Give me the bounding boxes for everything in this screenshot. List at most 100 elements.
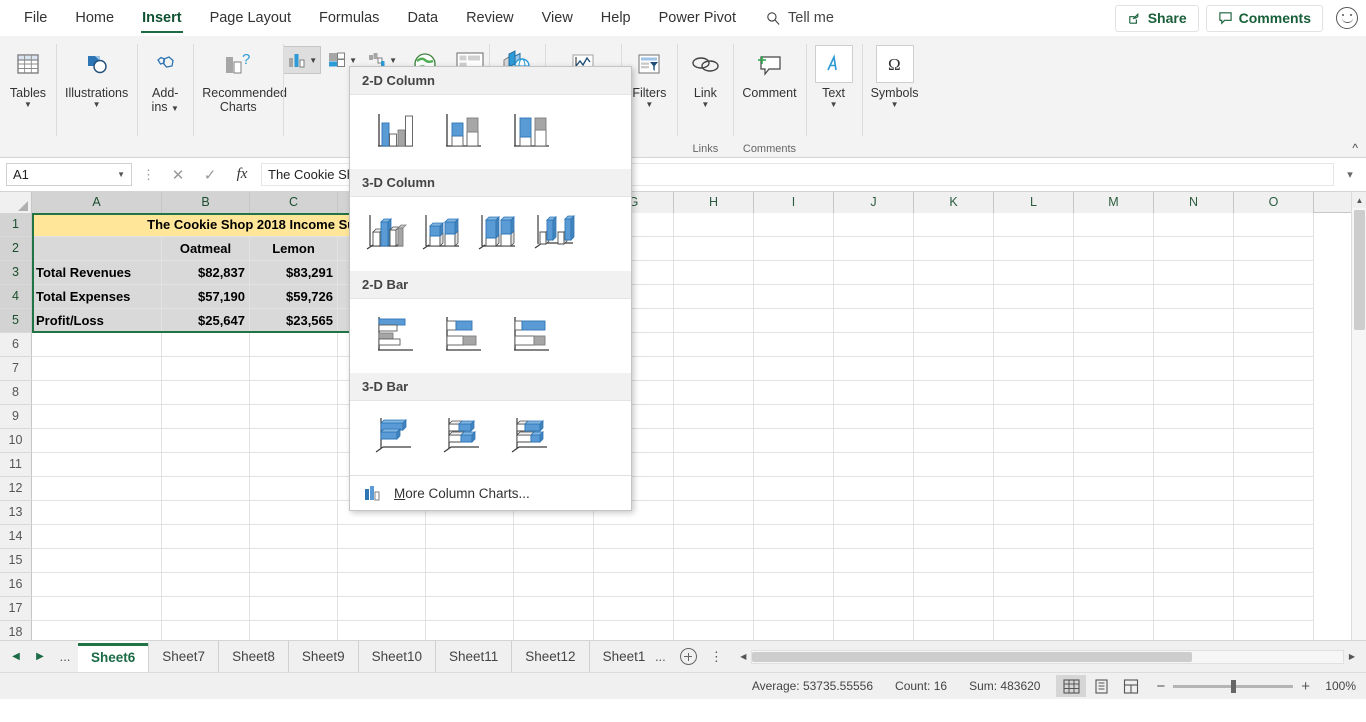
- page-layout-view-button[interactable]: [1086, 675, 1116, 697]
- cell-L5[interactable]: [994, 309, 1074, 333]
- select-all-corner[interactable]: [0, 192, 32, 213]
- cell-M12[interactable]: [1074, 477, 1154, 501]
- horizontal-scrollbar[interactable]: [751, 649, 1344, 664]
- cell-G17[interactable]: [594, 597, 674, 621]
- cell-K8[interactable]: [914, 381, 994, 405]
- cell-O6[interactable]: [1234, 333, 1314, 357]
- cell-B18[interactable]: [162, 621, 250, 640]
- cell-B9[interactable]: [162, 405, 250, 429]
- cell-L11[interactable]: [994, 453, 1074, 477]
- normal-view-button[interactable]: [1056, 675, 1087, 697]
- cell-A8[interactable]: [32, 381, 162, 405]
- cell-J13[interactable]: [834, 501, 914, 525]
- cell-F17[interactable]: [514, 597, 594, 621]
- cell-D16[interactable]: [338, 573, 426, 597]
- cell-N1[interactable]: [1154, 213, 1234, 237]
- cell-L16[interactable]: [994, 573, 1074, 597]
- cell-B14[interactable]: [162, 525, 250, 549]
- column-header-L[interactable]: L: [994, 192, 1074, 213]
- row-header-10[interactable]: 10: [0, 429, 32, 453]
- scroll-up-icon[interactable]: ▲: [1352, 192, 1366, 208]
- 3d-100-stacked-column-option[interactable]: [474, 205, 526, 261]
- cell-M1[interactable]: [1074, 213, 1154, 237]
- row-header-11[interactable]: 11: [0, 453, 32, 477]
- row-header-16[interactable]: 16: [0, 573, 32, 597]
- cell-J9[interactable]: [834, 405, 914, 429]
- stacked-bar-option[interactable]: [434, 307, 492, 363]
- cell-L10[interactable]: [994, 429, 1074, 453]
- row-header-5[interactable]: 5: [0, 309, 32, 333]
- cell-M2[interactable]: [1074, 237, 1154, 261]
- cell-C12[interactable]: [250, 477, 338, 501]
- cell-K9[interactable]: [914, 405, 994, 429]
- cell-M15[interactable]: [1074, 549, 1154, 573]
- cell-L1[interactable]: [994, 213, 1074, 237]
- cell-D15[interactable]: [338, 549, 426, 573]
- cell-E15[interactable]: [426, 549, 514, 573]
- cell-D17[interactable]: [338, 597, 426, 621]
- cell-N11[interactable]: [1154, 453, 1234, 477]
- fx-icon[interactable]: fx: [229, 166, 255, 183]
- cell-L7[interactable]: [994, 357, 1074, 381]
- sheet-tab-sheet9[interactable]: Sheet9: [289, 641, 359, 672]
- text-button[interactable]: Text ▼: [806, 42, 862, 112]
- cell-O14[interactable]: [1234, 525, 1314, 549]
- previous-sheet-icon[interactable]: ◀: [4, 641, 28, 672]
- cell-A17[interactable]: [32, 597, 162, 621]
- cell-A7[interactable]: [32, 357, 162, 381]
- cell-H9[interactable]: [674, 405, 754, 429]
- cell-O7[interactable]: [1234, 357, 1314, 381]
- cell-I17[interactable]: [754, 597, 834, 621]
- 100-stacked-bar-option[interactable]: [502, 307, 560, 363]
- cell-A12[interactable]: [32, 477, 162, 501]
- cell-B16[interactable]: [162, 573, 250, 597]
- cell-L14[interactable]: [994, 525, 1074, 549]
- cell-F15[interactable]: [514, 549, 594, 573]
- cell-M8[interactable]: [1074, 381, 1154, 405]
- cell-B17[interactable]: [162, 597, 250, 621]
- zoom-slider[interactable]: [1173, 679, 1294, 693]
- cell-M14[interactable]: [1074, 525, 1154, 549]
- link-button[interactable]: Link ▼: [677, 42, 733, 112]
- cell-J5[interactable]: [834, 309, 914, 333]
- cell-C15[interactable]: [250, 549, 338, 573]
- cell-H8[interactable]: [674, 381, 754, 405]
- cell-M7[interactable]: [1074, 357, 1154, 381]
- cell-B10[interactable]: [162, 429, 250, 453]
- 3d-stacked-bar-option[interactable]: [434, 409, 492, 465]
- cell-N15[interactable]: [1154, 549, 1234, 573]
- cell-I18[interactable]: [754, 621, 834, 640]
- cell-I4[interactable]: [754, 285, 834, 309]
- cell-H1[interactable]: [674, 213, 754, 237]
- addins-button[interactable]: Add-ins ▼: [137, 42, 193, 117]
- cell-F14[interactable]: [514, 525, 594, 549]
- cell-C5[interactable]: $23,565: [250, 309, 338, 333]
- row-header-3[interactable]: 3: [0, 261, 32, 285]
- column-header-J[interactable]: J: [834, 192, 914, 213]
- cell-I3[interactable]: [754, 261, 834, 285]
- cell-B7[interactable]: [162, 357, 250, 381]
- cell-O12[interactable]: [1234, 477, 1314, 501]
- cell-B8[interactable]: [162, 381, 250, 405]
- cell-J14[interactable]: [834, 525, 914, 549]
- cell-O17[interactable]: [1234, 597, 1314, 621]
- column-header-I[interactable]: I: [754, 192, 834, 213]
- cell-I9[interactable]: [754, 405, 834, 429]
- scroll-left-icon[interactable]: ◀: [735, 652, 751, 661]
- chevron-down-icon[interactable]: ▼: [24, 100, 32, 109]
- cell-B11[interactable]: [162, 453, 250, 477]
- cell-O3[interactable]: [1234, 261, 1314, 285]
- cell-H11[interactable]: [674, 453, 754, 477]
- sheet-tab-sheet11[interactable]: Sheet11: [436, 641, 513, 672]
- chevron-down-icon[interactable]: ▼: [93, 100, 101, 109]
- cell-L15[interactable]: [994, 549, 1074, 573]
- cell-O9[interactable]: [1234, 405, 1314, 429]
- column-header-A[interactable]: A: [32, 192, 162, 213]
- row-header-4[interactable]: 4: [0, 285, 32, 309]
- column-header-O[interactable]: O: [1234, 192, 1314, 213]
- cell-H7[interactable]: [674, 357, 754, 381]
- ribbon-tab-data[interactable]: Data: [393, 0, 452, 36]
- clustered-column-option[interactable]: [366, 103, 424, 159]
- cell-I16[interactable]: [754, 573, 834, 597]
- page-break-view-button[interactable]: [1116, 675, 1146, 697]
